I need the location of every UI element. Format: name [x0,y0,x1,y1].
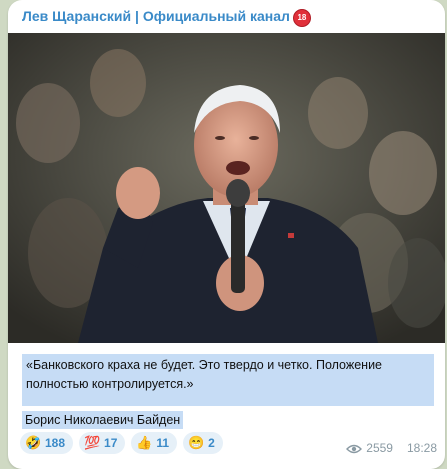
message-time: 18:28 [406,441,437,455]
thumbs-up-emoji-icon: 👍 [136,435,153,450]
reaction-count: 2 [208,436,215,450]
reaction-grinning[interactable]: 😁 2 [183,432,223,454]
rofl-emoji-icon: 🤣 [25,435,42,450]
hundred-points-emoji-icon: 💯 [84,435,101,450]
message-meta: 2559 18:28 [346,441,437,455]
view-count: 2559 [366,441,393,455]
reaction-count: 11 [156,436,170,450]
speaker-photo-illustration [8,33,445,343]
age-restriction-badge: 18 [292,9,311,27]
message-bubble[interactable]: Лев Щаранский | Официальный канал 18 «Ба… [8,0,445,469]
message-photo[interactable] [8,33,445,343]
quote-text: «Банковского краха не будет. Это твердо … [22,354,434,406]
reaction-count: 188 [45,436,66,450]
reaction-thumbs-up[interactable]: 👍 11 [131,432,178,454]
reaction-rofl[interactable]: 🤣 188 [20,432,74,454]
reaction-count: 17 [104,436,118,450]
grinning-emoji-icon: 😁 [188,435,205,450]
reaction-hundred[interactable]: 💯 17 [79,432,126,454]
quote-author: Борис Николаевич Байден [22,411,184,429]
channel-name[interactable]: Лев Щаранский | Официальный канал 18 [22,8,311,27]
eye-icon [346,443,363,454]
channel-name-text: Лев Щаранский | Официальный канал [22,8,290,24]
reactions-bar: 🤣 188 💯 17 👍 11 😁 2 [20,432,223,454]
